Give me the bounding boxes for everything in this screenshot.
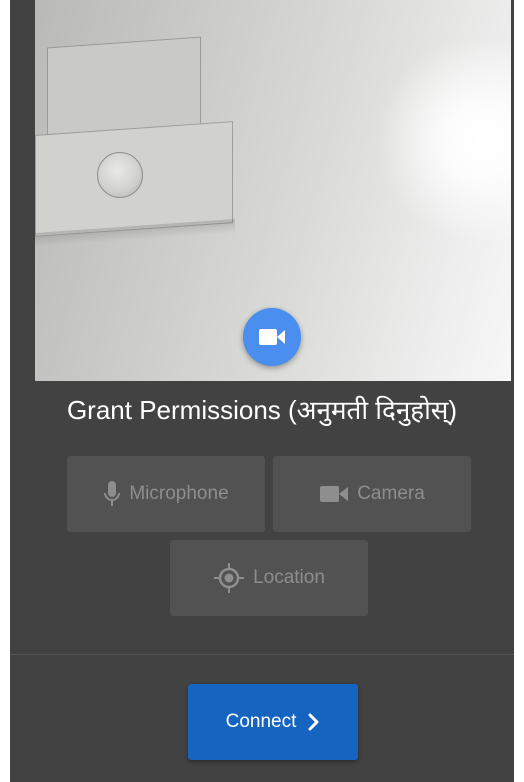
microphone-label: Microphone — [129, 483, 229, 504]
app-container: Grant Permissions (अनुमती दिनुहोस्) Micr… — [10, 0, 514, 782]
videocam-icon — [320, 486, 349, 502]
camera-permission-button[interactable]: Camera — [273, 456, 471, 532]
permissions-title: Grant Permissions (अनुमती दिनुहोस्) — [66, 395, 458, 425]
location-label: Location — [253, 567, 325, 588]
microphone-icon — [104, 481, 121, 506]
connect-button[interactable]: Connect — [188, 684, 358, 760]
camera-label: Camera — [357, 483, 425, 504]
light-glare — [371, 40, 511, 240]
microphone-permission-button[interactable]: Microphone — [67, 456, 265, 532]
chevron-right-icon — [308, 713, 319, 731]
videocam-icon — [259, 329, 285, 345]
ceiling-round-fixture — [97, 152, 143, 198]
location-permission-button[interactable]: Location — [170, 540, 368, 616]
connect-label: Connect — [225, 711, 297, 732]
section-divider — [10, 654, 514, 655]
camera-toggle-button[interactable] — [243, 308, 301, 366]
location-target-icon — [214, 563, 245, 593]
